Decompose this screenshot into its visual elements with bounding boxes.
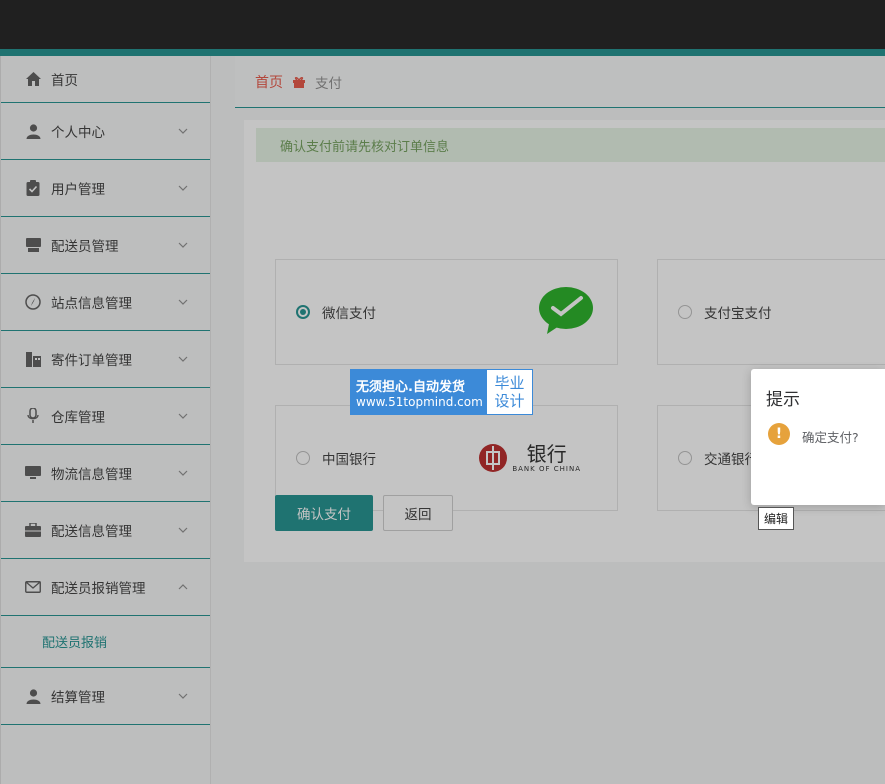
watermark-banner: 无须担心.自动发货 www.51topmind.com 毕业 设计	[350, 369, 533, 415]
watermark-badge-line1: 毕业	[494, 374, 525, 392]
watermark-line1: 无须担心.自动发货	[356, 379, 465, 395]
watermark-badge: 毕业 设计	[486, 369, 533, 415]
watermark-text: 无须担心.自动发货 www.51topmind.com	[350, 369, 486, 415]
watermark-line2: www.51topmind.com	[356, 394, 483, 409]
dialog-message: 确定支付?	[802, 430, 859, 445]
warning-icon: !	[768, 423, 790, 445]
confirm-dialog: 提示 ! 确定支付?	[751, 369, 885, 505]
tooltip: 编辑	[758, 507, 795, 530]
watermark-badge-line2: 设计	[494, 392, 525, 410]
dialog-title: 提示	[766, 390, 800, 410]
